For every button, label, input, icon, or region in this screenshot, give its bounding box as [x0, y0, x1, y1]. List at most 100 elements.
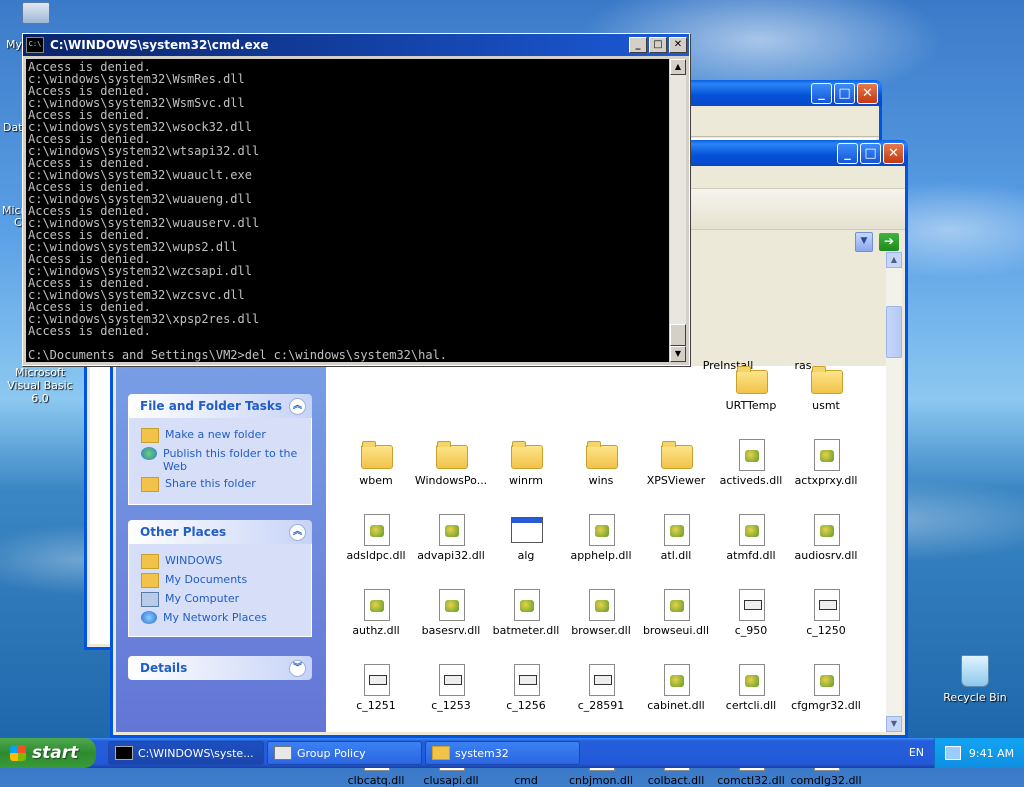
maximize-button[interactable]: □ [649, 37, 667, 53]
dll-icon [810, 438, 842, 471]
file-item-batmeter-dll[interactable]: batmeter.dll [486, 588, 566, 637]
collapse-icon[interactable]: ︽ [289, 397, 306, 415]
file-item-cabinet-dll[interactable]: cabinet.dll [636, 663, 716, 712]
place-windows[interactable]: WINDOWS [141, 554, 301, 569]
file-label: clbcatq.dll [347, 774, 405, 787]
task-share-folder[interactable]: Share this folder [141, 477, 301, 492]
panel-header[interactable]: File and Folder Tasks ︽ [128, 394, 312, 418]
file-label: c_28591 [577, 699, 625, 712]
maximize-button[interactable]: □ [860, 142, 881, 164]
minimize-button[interactable]: _ [837, 142, 858, 164]
file-label: XPSViewer [646, 474, 706, 487]
file-label: usmt [812, 399, 840, 412]
desktop-icon-visual-basic[interactable]: Microsoft Visual Basic 6.0 [0, 366, 80, 405]
file-item-urttemp[interactable]: URTTemp [711, 363, 791, 412]
panel-header[interactable]: Other Places ︽ [128, 520, 312, 544]
scroll-up-arrow[interactable]: ▲ [886, 252, 902, 268]
nls-icon [510, 663, 542, 696]
file-item-winrm[interactable]: winrm [486, 438, 566, 487]
maximize-button[interactable]: □ [834, 82, 855, 104]
file-item-alg[interactable]: alg [486, 513, 566, 562]
network-tray-icon[interactable] [944, 746, 961, 760]
close-button[interactable]: ✕ [857, 82, 878, 104]
file-label: clusapi.dll [423, 774, 479, 787]
folder-icon [810, 363, 843, 395]
nls-icon [585, 663, 617, 696]
desktop-icon-recycle-bin[interactable]: Recycle Bin [940, 655, 1010, 704]
file-item-c-950[interactable]: c_950 [711, 588, 791, 637]
cmd-scrollbar[interactable]: ▲ ▼ [670, 59, 686, 362]
file-item-browser-dll[interactable]: browser.dll [561, 588, 641, 637]
file-item-authz-dll[interactable]: authz.dll [336, 588, 416, 637]
start-button[interactable]: start [0, 738, 96, 768]
file-item-activeds-dll[interactable]: activeds.dll [711, 438, 791, 487]
clock[interactable]: 9:41 AM [969, 747, 1014, 760]
scroll-thumb[interactable] [670, 324, 686, 346]
taskbar-item-system32[interactable]: system32 [425, 741, 580, 765]
task-make-new-folder[interactable]: Make a new folder [141, 428, 301, 443]
close-button[interactable]: ✕ [883, 142, 904, 164]
file-item-certcli-dll[interactable]: certcli.dll [711, 663, 791, 712]
file-item-atmfd-dll[interactable]: atmfd.dll [711, 513, 791, 562]
file-item-cfgmgr32-dll[interactable]: cfgmgr32.dll [786, 663, 866, 712]
file-item-browseui-dll[interactable]: browseui.dll [636, 588, 716, 637]
scroll-down-arrow[interactable]: ▼ [670, 346, 686, 362]
file-folder-tasks-panel: File and Folder Tasks ︽ Make a new folde… [128, 394, 312, 505]
folder-icon [735, 363, 768, 395]
file-item-adsldpc-dll[interactable]: adsldpc.dll [336, 513, 416, 562]
file-item-apphelp-dll[interactable]: apphelp.dll [561, 513, 641, 562]
scroll-thumb[interactable] [886, 306, 902, 358]
taskbar-item-cmd[interactable]: C:\WINDOWS\syste... [108, 741, 264, 765]
file-label: c_950 [734, 624, 768, 637]
collapse-icon[interactable]: ︽ [289, 523, 306, 541]
documents-icon [141, 573, 159, 588]
file-item-actxprxy-dll[interactable]: actxprxy.dll [786, 438, 866, 487]
task-publish-web[interactable]: Publish this folder to the Web [141, 447, 301, 473]
close-button[interactable]: ✕ [669, 37, 687, 53]
file-label: WindowsPo... [414, 474, 488, 487]
computer-icon [22, 2, 50, 24]
file-item-wins[interactable]: wins [561, 438, 641, 487]
desktop-icon-my-computer[interactable] [22, 2, 52, 30]
address-dropdown[interactable]: ▼ [855, 232, 873, 252]
place-my-network[interactable]: My Network Places [141, 611, 301, 624]
file-label: audiosrv.dll [794, 549, 858, 562]
file-item-basesrv-dll[interactable]: basesrv.dll [411, 588, 491, 637]
cmd-window-icon: C:\ [26, 37, 44, 53]
file-item-wbem[interactable]: wbem [336, 438, 416, 487]
file-item-advapi32-dll[interactable]: advapi32.dll [411, 513, 491, 562]
file-item-windowspo-[interactable]: WindowsPo... [411, 438, 491, 487]
taskbar-item-group-policy[interactable]: Group Policy [267, 741, 422, 765]
panel-body: WINDOWS My Documents My Computer My Netw… [128, 544, 312, 637]
file-item-c-28591[interactable]: c_28591 [561, 663, 641, 712]
file-item-c-1251[interactable]: c_1251 [336, 663, 416, 712]
place-my-computer[interactable]: My Computer [141, 592, 301, 607]
panel-header[interactable]: Details ︾ [128, 656, 312, 680]
scroll-up-arrow[interactable]: ▲ [670, 59, 686, 75]
language-indicator[interactable]: EN [909, 746, 924, 759]
cmd-titlebar[interactable]: C:\ C:\WINDOWS\system32\cmd.exe _ □ ✕ [23, 34, 689, 56]
console-output[interactable]: Access is denied. c:\windows\system32\Ws… [26, 59, 669, 362]
file-item-c-1256[interactable]: c_1256 [486, 663, 566, 712]
expand-icon[interactable]: ︾ [289, 659, 306, 677]
task-pane: File and Folder Tasks ︽ Make a new folde… [116, 336, 326, 732]
nls-icon [435, 663, 467, 696]
scroll-down-arrow[interactable]: ▼ [886, 716, 902, 732]
place-label: WINDOWS [165, 554, 223, 567]
file-item-usmt[interactable]: usmt [786, 363, 866, 412]
file-item-c-1250[interactable]: c_1250 [786, 588, 866, 637]
minimize-button[interactable]: _ [811, 82, 832, 104]
details-panel: Details ︾ [128, 656, 312, 680]
file-item-xpsviewer[interactable]: XPSViewer [636, 438, 716, 487]
dll-icon [735, 663, 767, 696]
go-button[interactable]: ➔ [879, 233, 899, 251]
file-item-c-1253[interactable]: c_1253 [411, 663, 491, 712]
minimize-button[interactable]: _ [629, 37, 647, 53]
place-my-documents[interactable]: My Documents [141, 573, 301, 588]
file-item-atl-dll[interactable]: atl.dll [636, 513, 716, 562]
file-item-audiosrv-dll[interactable]: audiosrv.dll [786, 513, 866, 562]
vertical-scrollbar[interactable]: ▲ ▼ [886, 252, 902, 732]
dll-icon [810, 513, 842, 546]
cmd-window[interactable]: C:\ C:\WINDOWS\system32\cmd.exe _ □ ✕ Ac… [22, 33, 690, 366]
file-label: cnbjmon.dll [568, 774, 634, 787]
